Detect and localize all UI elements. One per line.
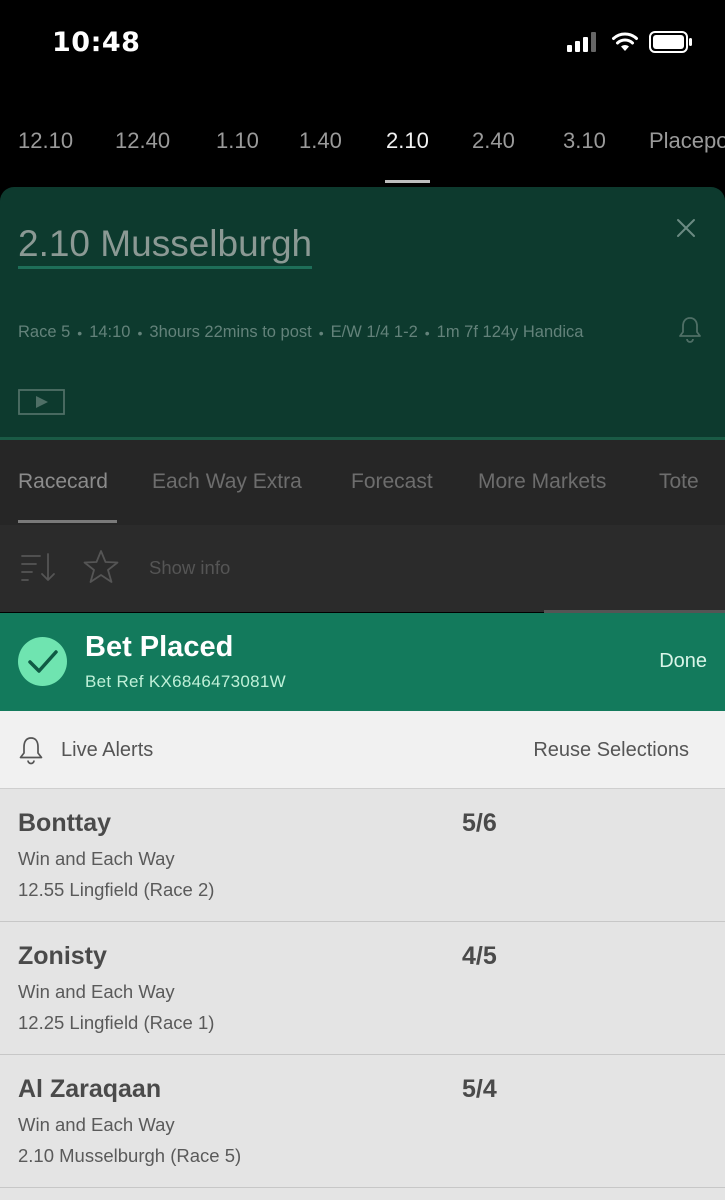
selection-name: Zonisty [18, 942, 107, 970]
selection-race: 12.55 Lingfield (Race 2) [18, 879, 215, 900]
selections-list: Bonttay 5/6 Win and Each Way 12.55 Lingf… [0, 789, 725, 1200]
tab-race-time[interactable]: 12.10 [18, 128, 73, 154]
done-button[interactable]: Done [659, 650, 707, 673]
time-to-post: 3hours 22mins to post [149, 323, 312, 341]
video-stream-icon[interactable] [18, 389, 65, 415]
status-icons [567, 31, 693, 53]
filter-row: Show info [0, 525, 725, 613]
race-start-time: 14:10 [89, 323, 131, 341]
list-item: Zonisty 4/5 Win and Each Way 12.25 Lingf… [0, 922, 725, 1055]
bet-placed-banner: Bet Placed Bet Ref KX6846473081W Done [0, 613, 725, 711]
selection-race: 2.10 Musselburgh (Race 5) [18, 1145, 242, 1166]
selection-bet-type: Win and Each Way [18, 848, 175, 869]
tab-placepot[interactable]: Placepot [649, 128, 725, 154]
separator-dot: • [77, 324, 83, 341]
tab-each-way-extra[interactable]: Each Way Extra [152, 470, 302, 494]
selection-name: Bonttay [18, 809, 112, 837]
close-icon[interactable] [672, 214, 700, 242]
alerts-row: Live Alerts Reuse Selections [0, 711, 725, 789]
checkmark-icon [28, 650, 58, 673]
bell-icon[interactable] [677, 315, 703, 343]
selection-odds: 5/4 [462, 1075, 497, 1103]
bet-reference: Bet Ref KX6846473081W [85, 672, 286, 691]
star-icon[interactable] [82, 549, 120, 585]
selection-odds: 4/5 [462, 942, 497, 970]
reuse-selections-button[interactable]: Reuse Selections [533, 739, 689, 762]
selection-bet-type: Win and Each Way [18, 981, 175, 1002]
tab-race-time[interactable]: 2.40 [472, 128, 515, 154]
race-distance-type: 1m 7f 124y Handica [436, 323, 584, 341]
clock: 10:48 [52, 27, 141, 58]
separator-dot: • [424, 324, 430, 341]
market-tabs: Racecard Each Way Extra Forecast More Ma… [0, 440, 725, 525]
selection-bet-type: Win and Each Way [18, 1114, 175, 1135]
list-item: Al Zaraqaan 5/4 Win and Each Way 2.10 Mu… [0, 1055, 725, 1188]
separator-dot: • [137, 324, 143, 341]
active-tab-underline [385, 180, 430, 183]
tab-race-time[interactable]: 1.10 [216, 128, 259, 154]
live-alerts-button[interactable]: Live Alerts [61, 739, 153, 762]
battery-icon [649, 31, 692, 53]
race-title[interactable]: 2.10 Musselburgh [18, 224, 313, 269]
bet-placed-title: Bet Placed [85, 631, 234, 663]
show-info-toggle[interactable]: Show info [149, 557, 230, 579]
sort-icon[interactable] [20, 550, 58, 584]
separator-dot: • [318, 324, 324, 341]
each-way-terms: E/W 1/4 1-2 [330, 323, 418, 341]
tab-race-time[interactable]: 12.40 [115, 128, 170, 154]
tab-forecast[interactable]: Forecast [351, 470, 433, 494]
list-item: Bonttay 5/6 Win and Each Way 12.55 Lingf… [0, 789, 725, 922]
selection-race: 12.25 Lingfield (Race 1) [18, 1012, 215, 1033]
tab-race-time[interactable]: 3.10 [563, 128, 606, 154]
race-header: 2.10 Musselburgh Race 5 • 14:10 • 3hours… [0, 187, 725, 440]
status-bar: 10:48 [0, 0, 725, 90]
tab-racecard[interactable]: Racecard [18, 470, 108, 494]
race-meta: Race 5 • 14:10 • 3hours 22mins to post •… [18, 323, 583, 342]
check-circle-icon [18, 637, 67, 686]
selection-odds: 5/6 [462, 809, 497, 837]
selection-name: Al Zaraqaan [18, 1075, 162, 1103]
tab-race-time[interactable]: 1.40 [299, 128, 342, 154]
race-number: Race 5 [18, 323, 71, 341]
wifi-icon [612, 32, 638, 51]
active-tab-underline [18, 520, 117, 523]
tab-more-markets[interactable]: More Markets [478, 470, 606, 494]
tab-race-time-active[interactable]: 2.10 [386, 128, 429, 154]
bell-icon[interactable] [18, 735, 44, 765]
tab-tote[interactable]: Tote [659, 470, 699, 494]
race-time-tabs: 12.10 12.40 1.10 1.40 2.10 2.40 3.10 Pla… [0, 90, 725, 190]
cellular-signal-icon [567, 32, 596, 52]
